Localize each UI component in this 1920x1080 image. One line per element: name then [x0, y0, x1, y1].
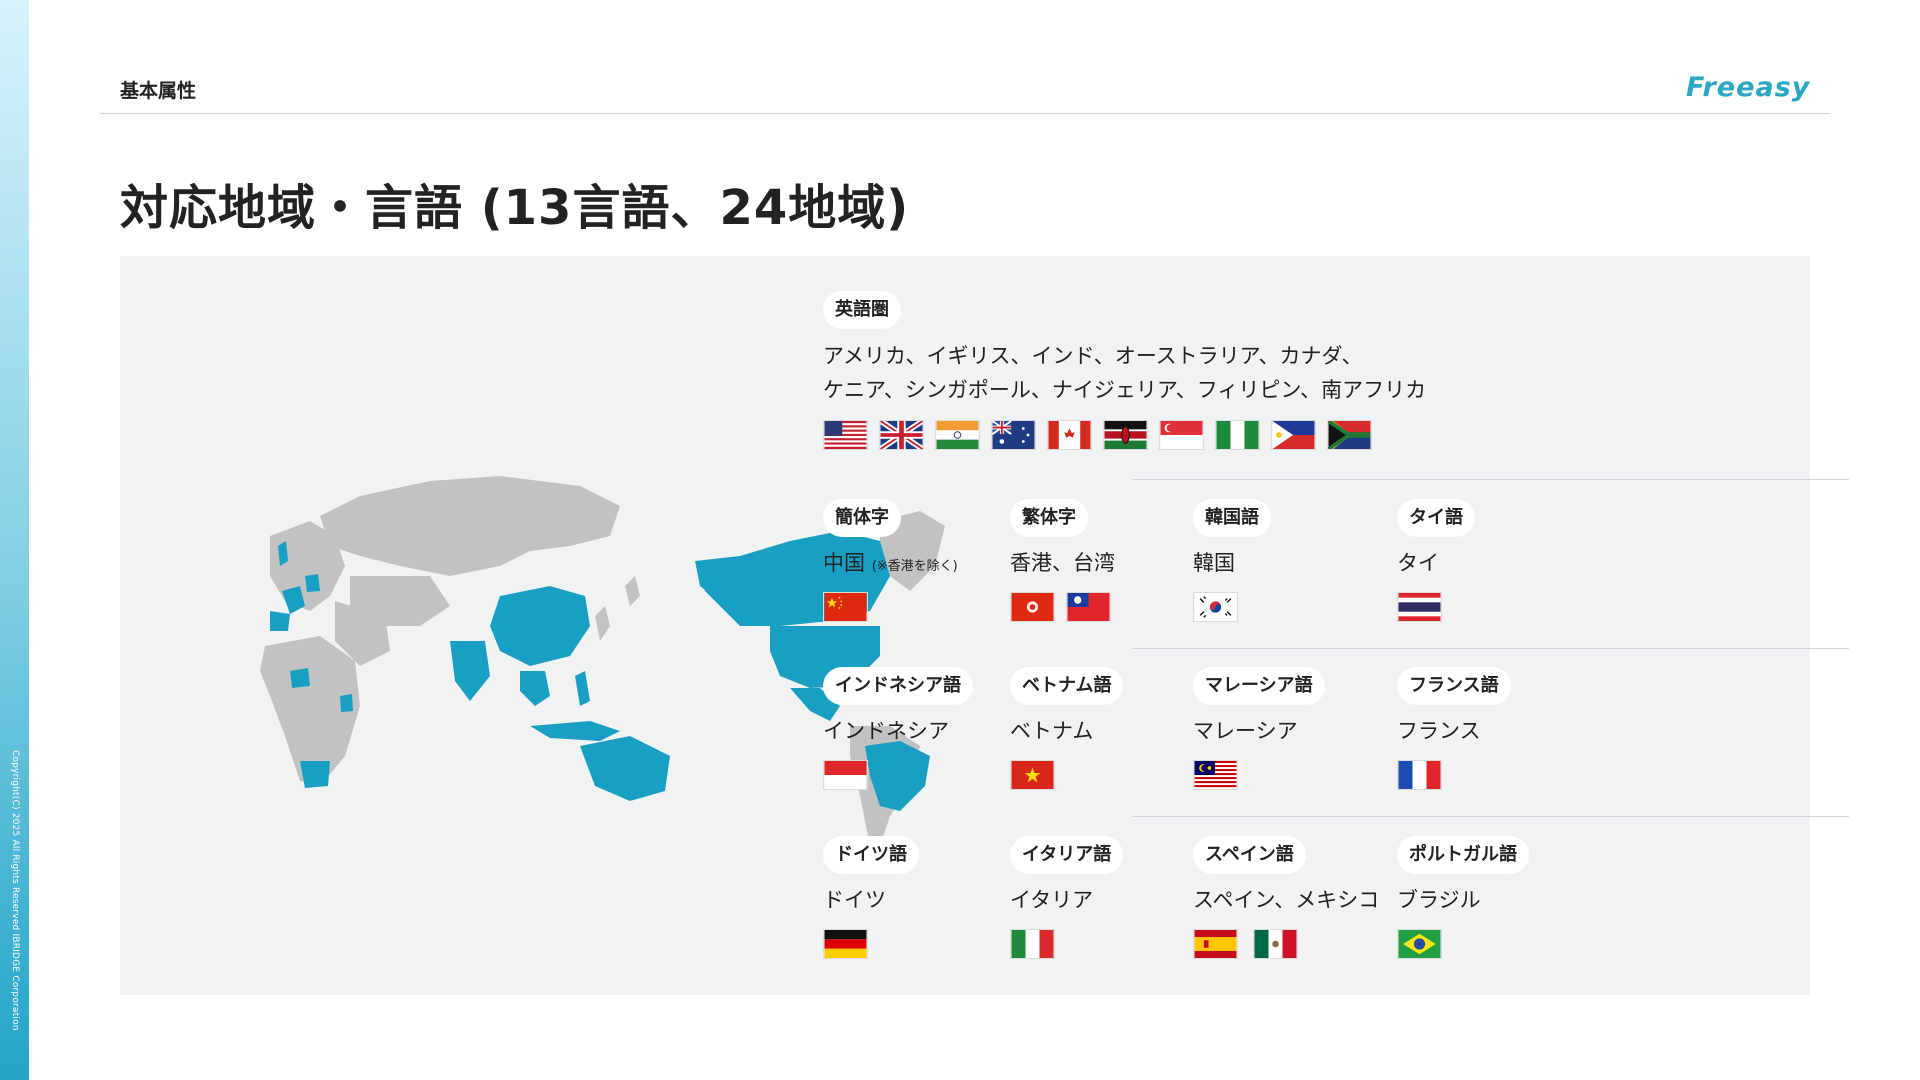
- region-malaysia: マレーシア: [1193, 719, 1298, 743]
- english-countries-line1: アメリカ、イギリス、インド、オーストラリア、カナダ、: [823, 344, 1363, 368]
- map-indonesia: [530, 721, 620, 741]
- map-philippines: [575, 671, 590, 706]
- singapore-flag: [1159, 420, 1204, 450]
- region-thailand: タイ: [1397, 551, 1439, 575]
- korea-flag: [1193, 592, 1238, 622]
- tag-spanish: スペイン語: [1193, 836, 1306, 874]
- tag-english: 英語圏: [823, 291, 901, 329]
- section-label: 基本属性: [120, 80, 197, 102]
- freeasy-logo: Freeasy: [1686, 72, 1811, 103]
- tag-vietnamese: ベトナム語: [1010, 667, 1124, 705]
- nigeria-flag: [1215, 420, 1260, 450]
- taiwan-flag: [1066, 592, 1111, 622]
- page-title: 対応地域・言語 (13言語、24地域): [120, 180, 910, 236]
- map-nigeria: [290, 668, 310, 688]
- tag-indonesian: インドネシア語: [823, 667, 973, 705]
- india-flag: [935, 420, 980, 450]
- map-southeast-asia: [520, 671, 550, 706]
- spain-flag: [1193, 929, 1238, 959]
- tag-portuguese: ポルトガル語: [1397, 836, 1529, 874]
- map-china: [490, 586, 590, 666]
- brazil-flag: [1397, 929, 1442, 959]
- tag-italian: イタリア語: [1010, 836, 1124, 874]
- region-hongkong-taiwan: 香港、台湾: [1010, 551, 1115, 575]
- malaysia-flag: [1193, 760, 1238, 790]
- canada-flag: [1047, 420, 1092, 450]
- australia-flag: [991, 420, 1036, 450]
- uk-flag: [879, 420, 924, 450]
- region-brazil: ブラジル: [1397, 888, 1481, 912]
- group-divider-1: [1133, 479, 1849, 480]
- us-flag: [823, 420, 868, 450]
- tag-malay: マレーシア語: [1193, 667, 1325, 705]
- group-divider-2: [1133, 648, 1849, 649]
- region-vietnam: ベトナム: [1010, 719, 1094, 743]
- region-china: 中国 (※香港を除く): [823, 551, 958, 575]
- tag-simplified-chinese: 簡体字: [823, 499, 901, 537]
- region-italy: イタリア: [1010, 888, 1094, 912]
- group-divider-3: [1133, 816, 1849, 817]
- kenya-flag: [1103, 420, 1148, 450]
- region-france: フランス: [1397, 719, 1481, 743]
- tag-french: フランス語: [1397, 667, 1511, 705]
- map-spain: [270, 611, 290, 631]
- copyright-notice: Copyright(C) 2025 All Rights Reserved IB…: [10, 750, 20, 1031]
- region-indonesia: インドネシア: [823, 719, 949, 743]
- tag-korean: 韓国語: [1193, 499, 1271, 537]
- hong-kong-flag: [1010, 592, 1055, 622]
- map-south-africa: [300, 761, 330, 788]
- region-germany: ドイツ: [823, 888, 886, 912]
- italy-flag: [1010, 929, 1055, 959]
- china-flag: [823, 592, 868, 622]
- map-india: [450, 641, 490, 701]
- tag-traditional-chinese: 繁体字: [1010, 499, 1088, 537]
- tag-thai: タイ語: [1397, 499, 1475, 537]
- map-germany: [305, 574, 320, 592]
- mexico-flag: [1253, 929, 1298, 959]
- region-spain-mexico: スペイン、メキシコ: [1193, 888, 1380, 912]
- map-russia: [320, 476, 620, 576]
- indonesia-flag: [823, 760, 868, 790]
- germany-flag: [823, 929, 868, 959]
- france-flag: [1397, 760, 1442, 790]
- map-kenya: [340, 694, 353, 712]
- region-korea: 韓国: [1193, 551, 1235, 575]
- tag-german: ドイツ語: [823, 836, 919, 874]
- content-panel: 英語圏 アメリカ、イギリス、インド、オーストラリア、カナダ、 ケニア、シンガポー…: [120, 256, 1849, 995]
- header-divider: [100, 113, 1830, 114]
- map-australia: [580, 736, 670, 801]
- thailand-flag: [1397, 592, 1442, 622]
- vietnam-flag: [1010, 760, 1055, 790]
- south-africa-flag: [1327, 420, 1372, 450]
- philippines-flag: [1271, 420, 1316, 450]
- english-countries-line2: ケニア、シンガポール、ナイジェリア、フィリピン、南アフリカ: [823, 378, 1427, 402]
